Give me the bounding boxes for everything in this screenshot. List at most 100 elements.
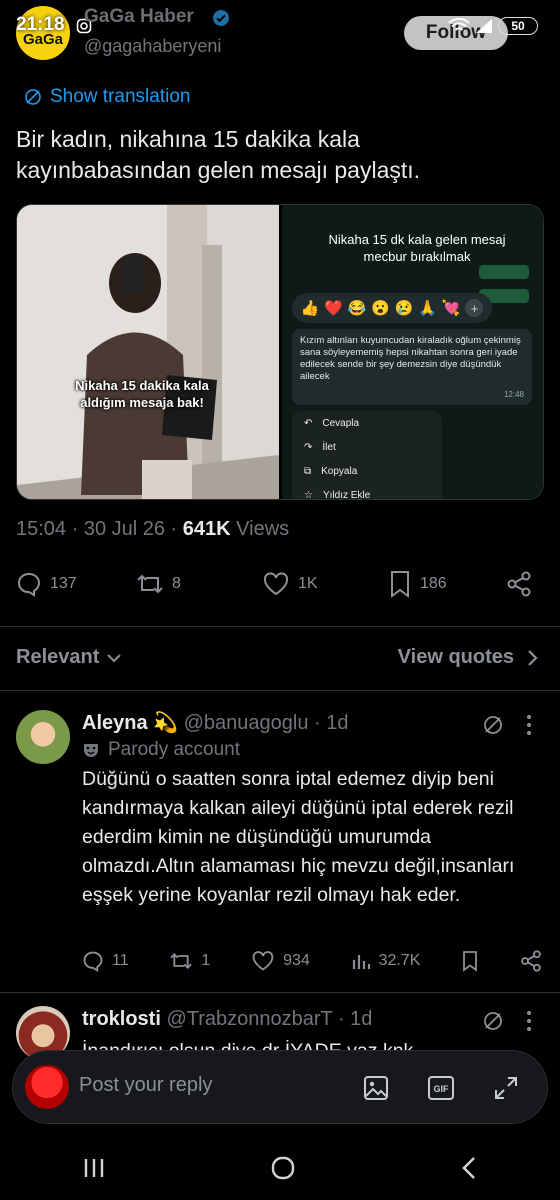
more-options-icon[interactable] bbox=[526, 714, 532, 736]
system-nav-bar bbox=[0, 1136, 560, 1200]
like-count: 1K bbox=[298, 575, 318, 592]
reply-button[interactable]: 11 bbox=[82, 950, 129, 972]
repost-button[interactable]: 1 bbox=[169, 951, 210, 971]
heart-icon bbox=[251, 950, 275, 972]
reaction-bar: 👍 ❤️ 😂 😮 😢 🙏 💘 + bbox=[292, 293, 492, 323]
translate-icon[interactable] bbox=[24, 88, 42, 106]
media-right-caption: Nikaha 15 dk kala gelen mesaj mecbur bır… bbox=[328, 232, 506, 264]
repost-count: 8 bbox=[172, 575, 181, 592]
add-reaction-icon: + bbox=[465, 299, 484, 317]
signal-icon bbox=[474, 18, 494, 34]
views-label: Views bbox=[230, 518, 290, 540]
view-quotes-label: View quotes bbox=[397, 646, 514, 668]
menu-item-reply: ↶ Cevapla bbox=[292, 411, 442, 435]
reaction-emoji: 😂 bbox=[347, 300, 367, 317]
reply-composer[interactable]: Post your reply GIF bbox=[12, 1050, 548, 1124]
share-button[interactable] bbox=[520, 950, 542, 972]
reaction-emoji: 👍 bbox=[300, 300, 320, 317]
share-icon bbox=[506, 571, 532, 597]
parody-label: Parody account bbox=[108, 739, 241, 760]
reply-header: troklosti @TrabzonnozbarT · 1d bbox=[82, 1008, 542, 1031]
reply-author-name[interactable]: troklosti bbox=[82, 1008, 161, 1030]
relevant-label: Relevant bbox=[16, 646, 100, 668]
image-icon[interactable] bbox=[363, 1075, 389, 1101]
copy-icon: ⧉ bbox=[304, 465, 312, 477]
reply-author-handle[interactable]: @banuagoglu bbox=[184, 712, 309, 734]
share-icon bbox=[520, 950, 542, 972]
user-avatar[interactable] bbox=[25, 1065, 69, 1109]
translate-icon[interactable] bbox=[482, 1010, 504, 1032]
author-handle[interactable]: @gagahaberyeni bbox=[84, 36, 221, 57]
bookmark-count: 186 bbox=[420, 575, 447, 592]
chat-message-text: Kızım altınları kuyumcudan kiraladık oğl… bbox=[300, 335, 521, 382]
bookmark-button[interactable]: 186 bbox=[388, 570, 506, 598]
tweet-timestamp: 15:04 · 30 Jul 26 · bbox=[16, 518, 183, 540]
reaction-emoji: 😮 bbox=[371, 300, 390, 317]
bookmark-icon bbox=[461, 950, 479, 972]
repost-icon bbox=[136, 572, 164, 596]
author-name[interactable]: GaGa Haber bbox=[84, 6, 194, 28]
menu-item-label: Yıldız Ekle bbox=[322, 489, 371, 500]
translate-icon[interactable] bbox=[482, 714, 504, 736]
back-icon[interactable] bbox=[460, 1155, 478, 1181]
battery-indicator: 50 bbox=[498, 17, 538, 35]
menu-item-copy: ⧉ Kopyala bbox=[292, 459, 442, 483]
menu-item-star: ☆ Yıldız Ekle bbox=[292, 483, 442, 500]
reply-avatar[interactable] bbox=[16, 710, 70, 764]
reply-input[interactable]: Post your reply bbox=[79, 1074, 212, 1097]
chat-context-menu: ↶ Cevapla ↷ İlet ⧉ Kopyala ☆ Yıldız Ekle bbox=[292, 411, 442, 500]
gif-icon[interactable]: GIF bbox=[427, 1075, 455, 1101]
tweet-action-bar: 137 8 1K 186 bbox=[16, 566, 544, 602]
expand-icon[interactable] bbox=[493, 1075, 519, 1101]
reaction-emoji: 😢 bbox=[394, 300, 414, 317]
parody-badge: Parody account bbox=[82, 739, 542, 761]
menu-item-label: İlet bbox=[322, 441, 336, 453]
media-photo-left[interactable]: Nikaha 15 dakika kala aldığım mesaja bak… bbox=[17, 205, 279, 499]
reply-icon bbox=[82, 950, 104, 972]
reply-author-handle[interactable]: @TrabzonnozbarT bbox=[166, 1008, 332, 1030]
media-screenshot-right[interactable]: Nikaha 15 dk kala gelen mesaj mecbur bır… bbox=[282, 205, 543, 499]
chevron-down-icon bbox=[105, 652, 123, 664]
tweet-meta: 15:04 · 30 Jul 26 · 641K Views bbox=[16, 518, 289, 541]
wifi-icon bbox=[448, 18, 470, 34]
bookmark-icon bbox=[388, 570, 412, 598]
chat-message-time: 12:48 bbox=[503, 390, 524, 399]
show-translation-link[interactable]: Show translation bbox=[50, 86, 190, 108]
views-count: 32.7K bbox=[378, 952, 421, 969]
tweet-text-line: Bir kadın, nikahına 15 dakika kala bbox=[16, 126, 360, 152]
status-time: 21:18 bbox=[16, 14, 65, 35]
reply-button[interactable]: 137 bbox=[16, 571, 136, 597]
menu-item-forward: ↷ İlet bbox=[292, 435, 442, 459]
reaction-emoji: ❤️ bbox=[324, 300, 343, 317]
sparkle-emoji: 💫 bbox=[153, 712, 179, 734]
view-quotes-link[interactable]: View quotes bbox=[398, 646, 514, 669]
share-button[interactable] bbox=[506, 571, 532, 597]
recent-apps-icon[interactable] bbox=[82, 1157, 106, 1179]
like-button[interactable]: 1K bbox=[262, 571, 388, 597]
tweet-media[interactable]: Nikaha 15 dakika kala aldığım mesaja bak… bbox=[16, 204, 544, 500]
reply-action-bar: 11 1 934 32.7K bbox=[82, 950, 542, 972]
home-icon[interactable] bbox=[270, 1155, 296, 1181]
chat-message: Kızım altınları kuyumcudan kiraladık oğl… bbox=[292, 329, 532, 405]
verified-icon bbox=[212, 9, 230, 27]
chevron-right-icon bbox=[526, 648, 538, 668]
bookmark-button[interactable] bbox=[461, 950, 479, 972]
like-count: 934 bbox=[283, 952, 310, 969]
menu-item-label: Kopyala bbox=[321, 465, 358, 477]
views-button[interactable]: 32.7K bbox=[351, 951, 421, 971]
repost-button[interactable]: 8 bbox=[136, 572, 262, 596]
section-divider bbox=[0, 690, 560, 691]
reply-item: Aleyna 💫 @banuagoglu · 1d Parody account… bbox=[82, 710, 542, 910]
heart-icon bbox=[262, 571, 290, 597]
menu-item-label: Cevapla bbox=[322, 417, 360, 429]
reply-arrow-icon: ↶ bbox=[304, 417, 313, 429]
relevant-filter[interactable]: Relevant bbox=[16, 646, 123, 669]
like-button[interactable]: 934 bbox=[251, 950, 310, 972]
reply-author-name[interactable]: Aleyna bbox=[82, 712, 148, 734]
reply-time: · 1d bbox=[308, 712, 349, 734]
views-count: 641K bbox=[182, 518, 231, 540]
section-divider bbox=[0, 992, 560, 993]
more-options-icon[interactable] bbox=[526, 1010, 532, 1032]
star-icon: ☆ bbox=[304, 489, 313, 500]
reply-icon bbox=[16, 571, 42, 597]
